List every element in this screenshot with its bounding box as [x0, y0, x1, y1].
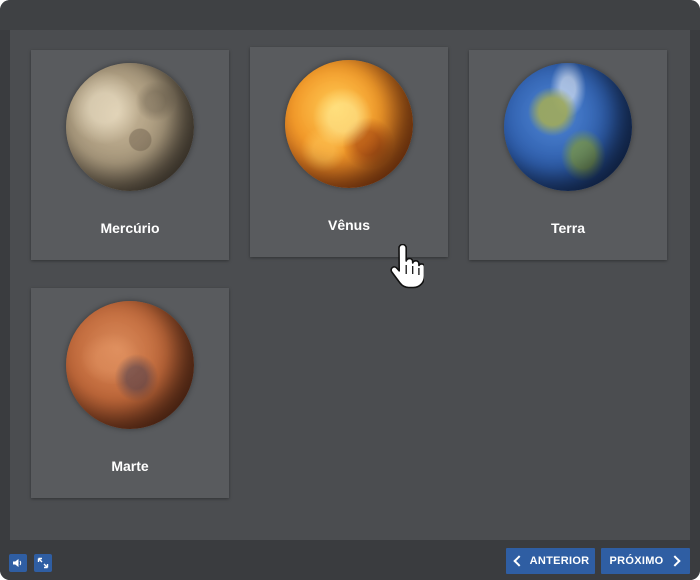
planet-card-terra[interactable]: Terra: [469, 50, 667, 260]
planet-card-marte[interactable]: Marte: [31, 288, 229, 498]
top-strip: [0, 0, 700, 30]
planet-label: Terra: [551, 220, 585, 236]
player-controls: ANTERIOR PRÓXIMO: [0, 540, 700, 580]
slide-stage: Mercúrio Vênus Terra Marte: [10, 30, 690, 540]
next-label: PRÓXIMO: [609, 555, 664, 567]
fullscreen-button[interactable]: [34, 554, 52, 572]
planet-label: Mercúrio: [100, 220, 160, 236]
speaker-icon: [13, 559, 22, 567]
planet-card-venus[interactable]: Vênus: [250, 47, 448, 257]
planet-label: Vênus: [327, 217, 370, 233]
next-button[interactable]: PRÓXIMO: [601, 548, 690, 574]
expand-icon: [37, 557, 49, 569]
audio-button[interactable]: [9, 554, 27, 572]
mercury-planet-icon: [66, 63, 194, 191]
planet-card-mercurio[interactable]: Mercúrio: [31, 50, 229, 260]
mars-planet-icon: [66, 301, 194, 429]
earth-planet-icon: [504, 63, 632, 191]
venus-planet-icon: [285, 60, 413, 188]
planet-label: Marte: [111, 458, 149, 474]
previous-button[interactable]: ANTERIOR: [506, 548, 595, 574]
previous-label: ANTERIOR: [529, 555, 590, 567]
chevron-right-icon: [668, 555, 681, 567]
chevron-left-icon: [512, 555, 525, 567]
player-frame: Mercúrio Vênus Terra Marte ANTERIOR PRÓX…: [0, 0, 700, 580]
